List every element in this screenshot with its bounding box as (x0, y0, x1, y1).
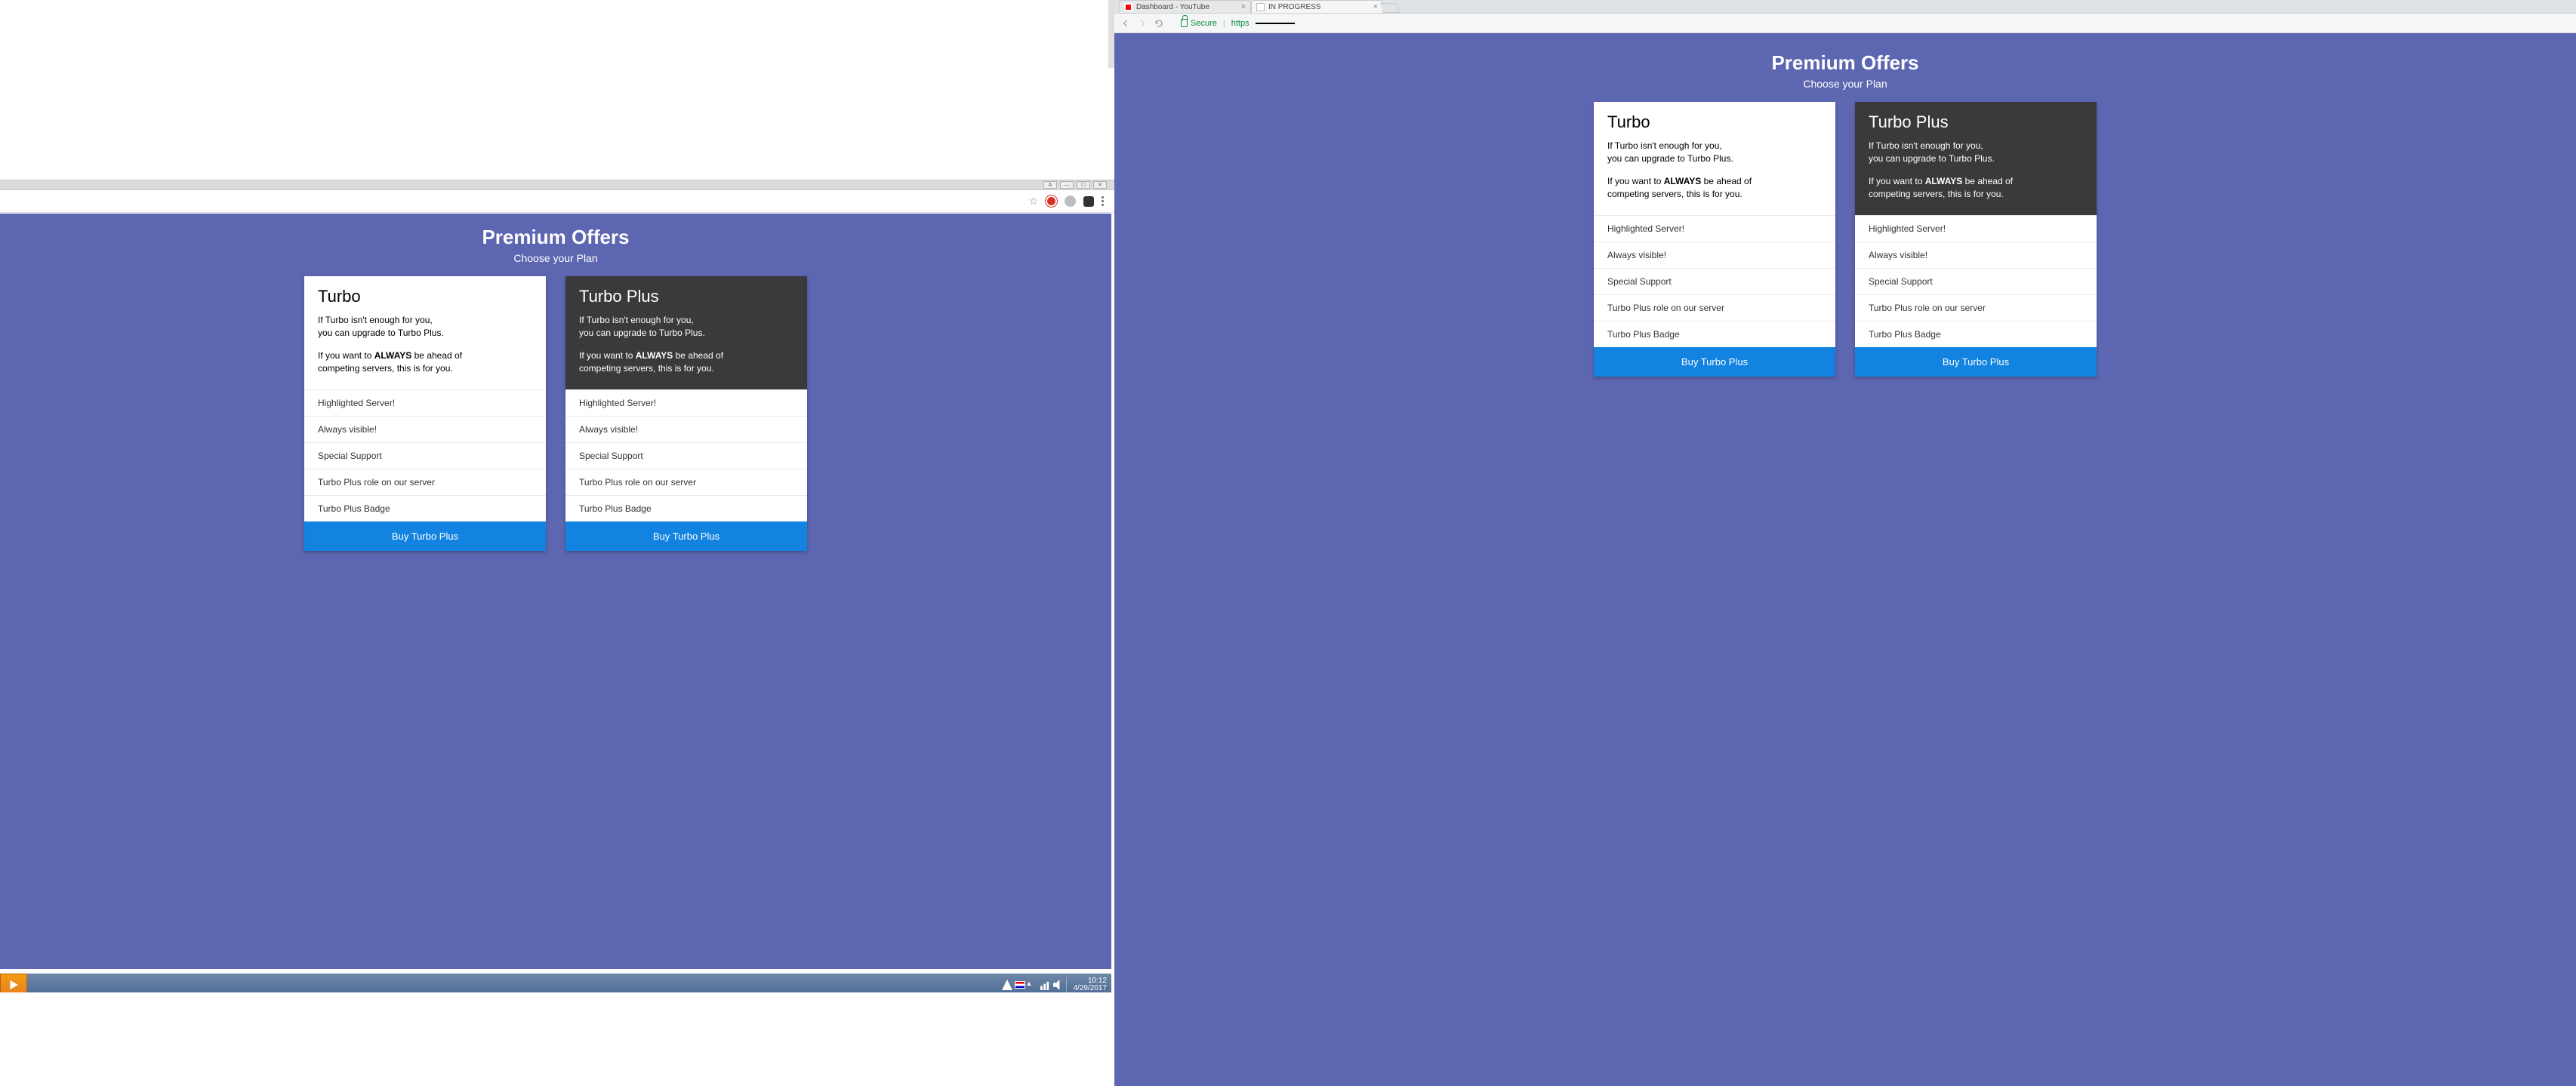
feature-item: Turbo Plus role on our server (1594, 294, 1835, 321)
nav-reload-button[interactable] (1154, 18, 1164, 29)
pricing-cards-row: Turbo If Turbo isn't enough for you,you c… (0, 276, 1111, 551)
url-redacted (1256, 23, 1295, 24)
window-control-max[interactable]: ☐ (1077, 181, 1090, 189)
feature-item: Turbo Plus Badge (1855, 321, 2097, 347)
feature-item: Turbo Plus role on our server (304, 469, 546, 495)
right-monitor: Dashboard - YouTube × IN PROGRESS × Secu… (1114, 0, 2576, 1086)
secure-label: Secure (1191, 19, 1217, 28)
tab-label: Dashboard - YouTube (1136, 3, 1209, 11)
feature-item: Turbo Plus Badge (304, 495, 546, 521)
left-window-titlebar: A — ☐ ✕ (0, 180, 1114, 190)
feature-item: Always visible! (565, 416, 807, 442)
new-tab-button[interactable] (1380, 3, 1400, 13)
feature-item: Always visible! (304, 416, 546, 442)
taskbar-clock[interactable]: 10:12 4/29/2017 (1069, 977, 1108, 993)
plan-description: If Turbo isn't enough for you,you can up… (318, 314, 532, 376)
feature-item: Always visible! (1855, 242, 2097, 268)
tray-flag-icon[interactable] (1015, 981, 1025, 989)
pricing-cards-row: Turbo If Turbo isn't enough for you,you c… (1114, 102, 2576, 377)
feature-list: Highlighted Server!Always visible!Specia… (304, 389, 546, 521)
left-browser-chrome: A — ☐ ✕ ☆ (0, 180, 1114, 213)
premium-subtitle: Choose your Plan (0, 252, 1111, 264)
buy-button[interactable]: Buy Turbo Plus (1855, 347, 2097, 377)
right-address-bar: Secure | https (1114, 14, 2576, 33)
extension-icon-2[interactable] (1065, 195, 1076, 207)
plan-title: Turbo (318, 287, 532, 306)
feature-list: Highlighted Server!Always visible!Specia… (565, 389, 807, 521)
buy-button[interactable]: Buy Turbo Plus (304, 521, 546, 551)
right-page-content: Premium Offers Choose your Plan Turbo If Tu… (1114, 33, 2576, 1086)
nav-back-button[interactable] (1120, 18, 1131, 29)
plan-description: If Turbo isn't enough for you,you can up… (1869, 140, 2083, 202)
tray-divider (1066, 977, 1067, 992)
feature-item: Special Support (304, 442, 546, 469)
pricing-card-head: Turbo Plus If Turbo isn't enough for you,… (565, 276, 807, 389)
feature-item: Special Support (1594, 268, 1835, 294)
secure-indicator[interactable]: Secure (1181, 19, 1217, 28)
document-favicon-icon (1256, 3, 1265, 11)
left-monitor: A — ☐ ✕ ☆ Premium Offers Choose your Plan… (0, 0, 1111, 996)
browser-menu-icon[interactable] (1102, 196, 1104, 206)
left-blank-area (0, 992, 1111, 1086)
bookmark-star-icon[interactable]: ☆ (1028, 195, 1038, 208)
pricing-card-head: Turbo If Turbo isn't enough for you,you c… (304, 276, 546, 389)
feature-item: Turbo Plus role on our server (565, 469, 807, 495)
tab-close-icon[interactable]: × (1373, 2, 1378, 11)
plan-description: If Turbo isn't enough for you,you can up… (1607, 140, 1822, 202)
nav-forward-button[interactable] (1137, 18, 1148, 29)
window-control-min[interactable]: — (1060, 181, 1074, 189)
feature-item: Turbo Plus role on our server (1855, 294, 2097, 321)
window-control-a[interactable]: A (1043, 181, 1057, 189)
feature-item: Turbo Plus Badge (1594, 321, 1835, 347)
tray-sound-icon[interactable] (1053, 980, 1064, 990)
pricing-card-1: Turbo Plus If Turbo isn't enough for you,… (1855, 102, 2097, 377)
feature-item: Special Support (1855, 268, 2097, 294)
pricing-card-0: Turbo If Turbo isn't enough for you,you c… (1594, 102, 1835, 377)
plan-title: Turbo (1607, 112, 1822, 132)
plan-description: If Turbo isn't enough for you,you can up… (579, 314, 793, 376)
feature-item: Highlighted Server! (304, 389, 546, 416)
premium-section-left: Premium Offers Choose your Plan Turbo If Tu… (0, 214, 1111, 551)
pricing-card-head: Turbo If Turbo isn't enough for you,you c… (1594, 102, 1835, 215)
tray-icon-up[interactable]: ▴ (1028, 980, 1038, 990)
extension-icon-3[interactable] (1083, 196, 1094, 207)
feature-item: Highlighted Server! (1855, 215, 2097, 242)
plan-title: Turbo Plus (579, 287, 793, 306)
play-icon (7, 978, 20, 992)
premium-section-right: Premium Offers Choose your Plan Turbo If Tu… (1114, 33, 2576, 377)
tab-label: IN PROGRESS (1268, 3, 1320, 11)
feature-item: Special Support (565, 442, 807, 469)
left-address-bar: ☆ (0, 190, 1114, 213)
feature-item: Highlighted Server! (565, 389, 807, 416)
pricing-card-0: Turbo If Turbo isn't enough for you,you c… (304, 276, 546, 551)
youtube-favicon-icon (1124, 3, 1132, 11)
url-scheme: https (1231, 19, 1249, 28)
buy-button[interactable]: Buy Turbo Plus (1594, 347, 1835, 377)
feature-list: Highlighted Server!Always visible!Specia… (1594, 215, 1835, 347)
left-page-content: Premium Offers Choose your Plan Turbo If Tu… (0, 214, 1111, 969)
feature-item: Always visible! (1594, 242, 1835, 268)
extension-icon-1[interactable] (1046, 195, 1057, 207)
feature-item: Highlighted Server! (1594, 215, 1835, 242)
feature-list: Highlighted Server!Always visible!Specia… (1855, 215, 2097, 347)
clock-date: 4/29/2017 (1074, 985, 1108, 993)
browser-tab-1[interactable]: IN PROGRESS × (1251, 0, 1383, 13)
browser-tabs-row: Dashboard - YouTube × IN PROGRESS × (1114, 0, 2576, 14)
pricing-card-1: Turbo Plus If Turbo isn't enough for you,… (565, 276, 807, 551)
feature-item: Turbo Plus Badge (565, 495, 807, 521)
plan-title: Turbo Plus (1869, 112, 2083, 132)
browser-tab-0[interactable]: Dashboard - YouTube × (1119, 0, 1251, 13)
window-control-close[interactable]: ✕ (1093, 181, 1107, 189)
lock-icon (1181, 19, 1188, 27)
pricing-card-head: Turbo Plus If Turbo isn't enough for you,… (1855, 102, 2097, 215)
tray-network-icon[interactable] (1040, 980, 1051, 990)
buy-button[interactable]: Buy Turbo Plus (565, 521, 807, 551)
premium-title: Premium Offers (0, 226, 1111, 249)
premium-title: Premium Offers (1114, 51, 2576, 75)
tray-icon-1[interactable] (1002, 980, 1012, 990)
tab-close-icon[interactable]: × (1241, 2, 1246, 11)
premium-subtitle: Choose your Plan (1114, 78, 2576, 90)
